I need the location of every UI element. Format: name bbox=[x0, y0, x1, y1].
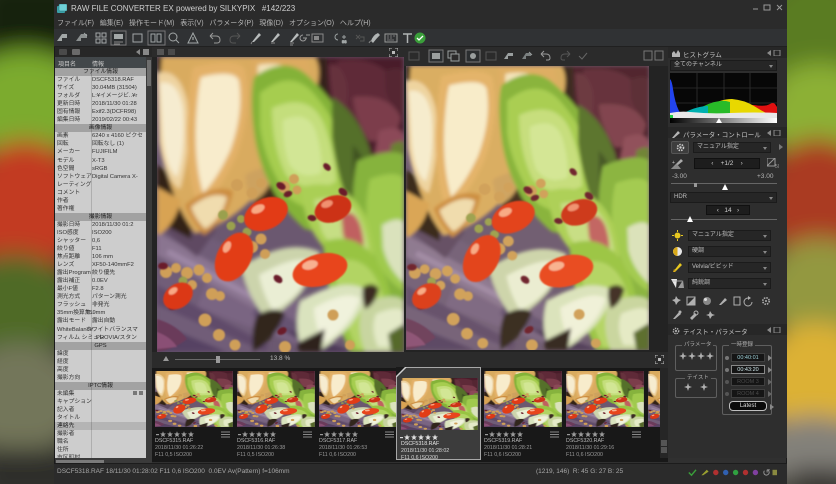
svg-text:+: + bbox=[672, 160, 675, 166]
svg-text:93: 93 bbox=[342, 39, 347, 44]
svg-text:50: 50 bbox=[775, 164, 779, 168]
